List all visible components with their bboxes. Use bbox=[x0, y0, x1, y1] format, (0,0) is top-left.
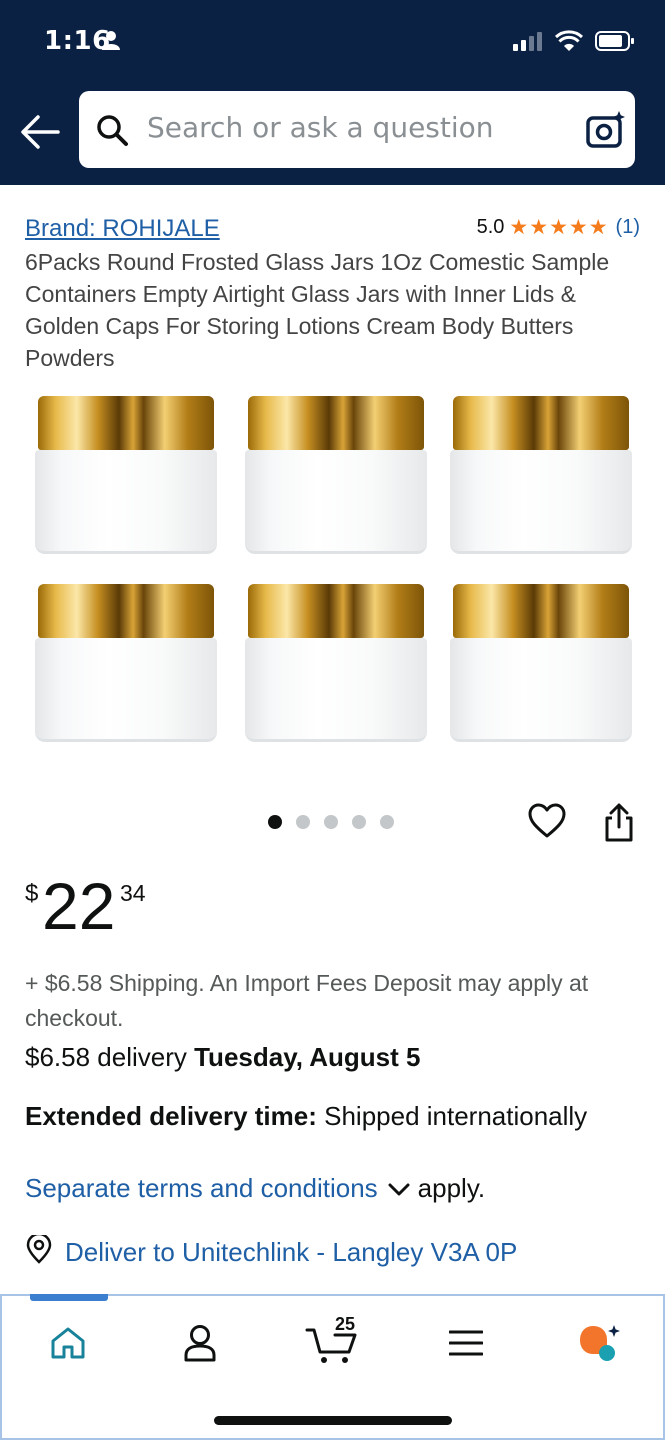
star-icon: ★ bbox=[549, 216, 568, 239]
nav-cart[interactable]: 25 bbox=[302, 1314, 362, 1368]
home-indicator bbox=[214, 1416, 452, 1425]
location-pin-icon bbox=[25, 1232, 53, 1270]
delivery-line: $6.58 delivery Tuesday, August 5 bbox=[25, 1042, 420, 1073]
wifi-icon bbox=[554, 30, 584, 57]
deliver-to-link[interactable]: Deliver to Unitechlink - Langley V3A 0P bbox=[25, 1232, 518, 1270]
price-symbol: $ bbox=[25, 880, 39, 907]
star-icon: ★ bbox=[509, 216, 529, 239]
rating-value: 5.0 bbox=[476, 216, 505, 238]
delivery-date: Tuesday, August 5 bbox=[194, 1042, 421, 1072]
image-carousel-dots[interactable] bbox=[268, 815, 394, 829]
signal-icon bbox=[513, 31, 543, 56]
cart-count: 25 bbox=[335, 1314, 356, 1334]
person-icon bbox=[184, 1325, 216, 1362]
camera-search-icon[interactable] bbox=[585, 109, 627, 151]
status-icons bbox=[513, 30, 635, 57]
star-icon: ★ bbox=[568, 216, 588, 239]
price-fraction: 34 bbox=[120, 880, 146, 906]
search-input[interactable]: Search or ask a question bbox=[79, 91, 635, 168]
carousel-dot[interactable] bbox=[296, 815, 310, 829]
deliver-to-text: Deliver to Unitechlink - Langley V3A 0P bbox=[65, 1237, 518, 1267]
star-icon: ★ bbox=[529, 216, 549, 239]
product-title: 6Packs Round Frosted Glass Jars 1Oz Come… bbox=[25, 249, 610, 371]
shipping-note: + $6.58 Shipping. An Import Fees Deposit… bbox=[25, 970, 589, 1031]
chevron-down-icon[interactable] bbox=[388, 1173, 410, 1204]
ai-assistant-icon bbox=[580, 1325, 620, 1361]
rating[interactable]: 5.0 ★ ★ ★ ★ ★ (1) bbox=[477, 215, 640, 240]
rating-count[interactable]: (1) bbox=[616, 216, 640, 239]
back-button[interactable] bbox=[18, 112, 62, 152]
carousel-dot[interactable] bbox=[324, 815, 338, 829]
brand-row: Brand: ROHIJALE 5.0 ★ ★ ★ ★ ★ (1) bbox=[25, 213, 640, 245]
nav-account[interactable] bbox=[170, 1318, 230, 1368]
terms-link[interactable]: Separate terms and conditions bbox=[25, 1173, 378, 1204]
share-button[interactable] bbox=[603, 803, 635, 848]
terms-row: Separate terms and conditions apply. bbox=[25, 1173, 485, 1204]
status-time: 1:16 bbox=[44, 26, 111, 56]
nav-menu[interactable] bbox=[436, 1318, 496, 1368]
carousel-dot[interactable] bbox=[268, 815, 282, 829]
heart-icon bbox=[528, 803, 566, 838]
home-icon bbox=[51, 1327, 85, 1359]
search-icon bbox=[95, 113, 129, 152]
carousel-dot[interactable] bbox=[380, 815, 394, 829]
search-placeholder: Search or ask a question bbox=[147, 111, 494, 144]
active-tab-indicator bbox=[30, 1294, 108, 1301]
terms-suffix: apply. bbox=[417, 1173, 486, 1203]
person-icon bbox=[102, 30, 120, 55]
price-whole: 22 bbox=[42, 869, 116, 943]
nav-rufus[interactable] bbox=[570, 1318, 630, 1368]
extended-label: Extended delivery time: bbox=[25, 1101, 317, 1131]
delivery-prefix: $6.58 delivery bbox=[25, 1042, 195, 1072]
brand-link[interactable]: Brand: ROHIJALE bbox=[25, 215, 220, 243]
menu-icon bbox=[449, 1330, 483, 1356]
share-icon bbox=[605, 803, 633, 842]
battery-icon bbox=[595, 30, 635, 57]
star-icon: ★ bbox=[588, 216, 608, 239]
carousel-dot[interactable] bbox=[352, 815, 366, 829]
nav-home[interactable] bbox=[38, 1318, 98, 1368]
product-image[interactable] bbox=[25, 390, 640, 750]
app-header: 1:16 Search or ask a question bbox=[0, 0, 665, 185]
back-arrow-icon bbox=[21, 115, 60, 149]
wishlist-button[interactable] bbox=[528, 803, 566, 844]
extended-delivery: Extended delivery time: Shipped internat… bbox=[25, 1098, 625, 1134]
star-rating-icons: ★ ★ ★ ★ ★ bbox=[509, 215, 607, 240]
extended-text: Shipped internationally bbox=[316, 1101, 588, 1131]
